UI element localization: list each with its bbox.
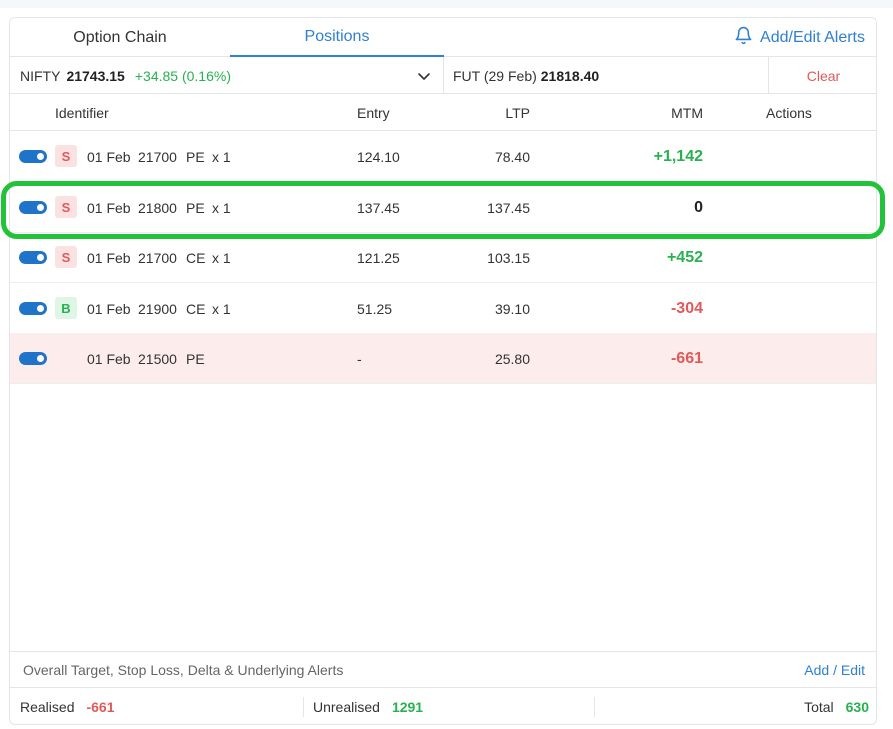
table-row[interactable]: B 01 Feb 21900 CE x 1 51.25 39.10 -304 <box>10 283 876 334</box>
pnl-summary: Realised -661 Unrealised 1291 Total 630 <box>10 688 876 724</box>
future-label: FUT (29 Feb) <box>453 67 537 84</box>
instrument-ltp: 21743.15 <box>66 67 125 84</box>
expiry-date: 01 Feb <box>87 148 131 165</box>
side-badge: B <box>55 297 77 319</box>
overall-alerts-bar: Overall Target, Stop Loss, Delta & Under… <box>10 651 876 688</box>
option-type: PE <box>186 350 205 367</box>
position-toggle[interactable] <box>19 150 47 163</box>
total-label: Total <box>804 699 834 715</box>
add-edit-alerts-label: Add/Edit Alerts <box>760 28 865 46</box>
add-edit-alerts-link[interactable]: Add/Edit Alerts <box>734 18 865 57</box>
option-type: CE <box>186 249 206 266</box>
total-value: 630 <box>845 699 869 715</box>
chevron-down-icon <box>418 73 430 80</box>
strike: 21800 <box>138 199 177 216</box>
position-toggle[interactable] <box>19 251 47 264</box>
strike: 21700 <box>138 148 177 165</box>
side-badge: S <box>55 196 77 218</box>
expiry-date: 01 Feb <box>87 249 131 266</box>
mtm-value: -304 <box>670 299 703 317</box>
unrealised-summary: Unrealised 1291 <box>313 688 424 724</box>
mtm-value: +452 <box>666 248 703 266</box>
table-header: Identifier Entry LTP MTM Actions <box>10 94 876 131</box>
total-summary: Total 630 <box>804 688 869 724</box>
mtm-value: 0 <box>694 198 703 216</box>
header-actions: Actions <box>766 104 812 121</box>
table-row[interactable]: S 01 Feb 21700 PE x 1 124.10 78.40 +1,14… <box>10 131 876 182</box>
position-toggle[interactable] <box>19 352 47 365</box>
strike: 21700 <box>138 249 177 266</box>
future-price: 21818.40 <box>540 67 600 84</box>
instrument-bar: NIFTY 21743.15 +34.85 (0.16%) FUT (29 Fe… <box>10 57 876 94</box>
bell-icon <box>734 26 753 50</box>
entry-price: 51.25 <box>357 300 393 317</box>
realised-value: -661 <box>86 699 115 715</box>
ltp-value: 25.80 <box>494 350 530 367</box>
option-type: PE <box>186 148 205 165</box>
realised-label: Realised <box>20 699 75 715</box>
instrument-change: +34.85 (0.16%) <box>134 67 231 84</box>
expiry-date: 01 Feb <box>87 300 131 317</box>
top-strip <box>0 0 893 8</box>
summary-divider <box>303 697 304 717</box>
expiry-date: 01 Feb <box>87 199 131 216</box>
clear-button[interactable]: Clear <box>769 57 876 94</box>
entry-price: 121.25 <box>357 249 400 266</box>
header-ltp: LTP <box>505 104 530 121</box>
option-type: PE <box>186 199 205 216</box>
quantity: x 1 <box>212 148 231 165</box>
positions-panel: Option Chain Positions Add/Edit Alerts N… <box>9 17 877 725</box>
position-toggle[interactable] <box>19 201 47 214</box>
header-entry: Entry <box>357 104 390 121</box>
quantity: x 1 <box>212 249 231 266</box>
entry-price: 137.45 <box>357 199 400 216</box>
overall-alerts-label: Overall Target, Stop Loss, Delta & Under… <box>23 662 344 678</box>
ltp-value: 78.40 <box>494 148 530 165</box>
table-row-closed[interactable]: 01 Feb 21500 PE - 25.80 -661 <box>10 333 876 384</box>
strike: 21500 <box>138 350 177 367</box>
quantity: x 1 <box>212 300 231 317</box>
position-toggle[interactable] <box>19 302 47 315</box>
side-badge: S <box>55 246 77 268</box>
mtm-value: +1,142 <box>653 147 703 165</box>
future-info: FUT (29 Feb) 21818.40 <box>444 57 769 94</box>
realised-summary: Realised -661 <box>20 688 115 724</box>
option-type: CE <box>186 300 206 317</box>
unrealised-value: 1291 <box>391 699 424 715</box>
summary-divider <box>594 697 595 717</box>
quantity: x 1 <box>212 199 231 216</box>
ltp-value: 39.10 <box>494 300 530 317</box>
entry-price: 124.10 <box>357 148 400 165</box>
table-row[interactable]: S 01 Feb 21700 CE x 1 121.25 103.15 +452 <box>10 232 876 283</box>
entry-price: - <box>357 350 362 367</box>
header-identifier: Identifier <box>55 104 109 121</box>
overall-alerts-edit-link[interactable]: Add / Edit <box>804 652 865 688</box>
strike: 21900 <box>138 300 177 317</box>
mtm-value: -661 <box>670 349 703 367</box>
unrealised-label: Unrealised <box>313 699 380 715</box>
expiry-date: 01 Feb <box>87 350 131 367</box>
instrument-symbol: NIFTY <box>20 67 61 84</box>
ltp-value: 137.45 <box>487 199 530 216</box>
ltp-value: 103.15 <box>487 249 530 266</box>
tab-positions[interactable]: Positions <box>230 18 444 57</box>
header-mtm: MTM <box>671 104 703 121</box>
tab-option-chain[interactable]: Option Chain <box>10 18 230 57</box>
table-row[interactable]: S 01 Feb 21800 PE x 1 137.45 137.45 0 <box>10 182 876 233</box>
instrument-selector[interactable]: NIFTY 21743.15 +34.85 (0.16%) <box>10 57 444 94</box>
tab-bar: Option Chain Positions Add/Edit Alerts <box>10 18 876 57</box>
side-badge: S <box>55 145 77 167</box>
